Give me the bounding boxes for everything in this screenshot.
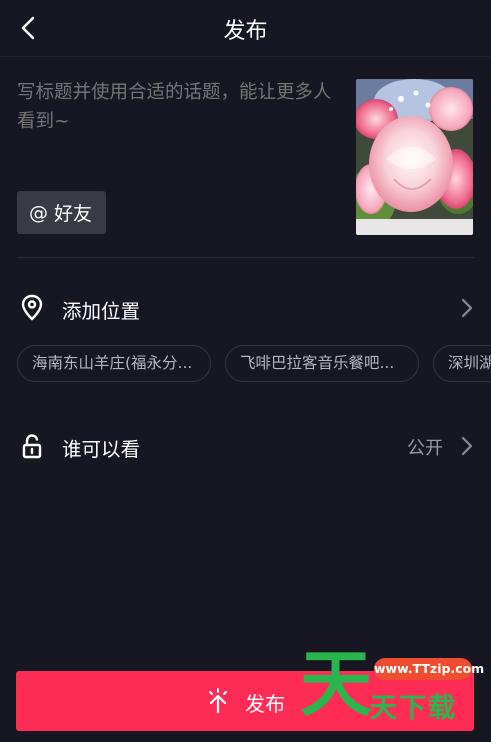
location-chip[interactable]: 深圳湖 [433, 345, 491, 382]
who-can-view-row[interactable]: 谁可以看 公开 [0, 418, 491, 474]
at-icon: @ [29, 201, 48, 224]
mention-friend-label: 好友 [54, 203, 93, 225]
cover-thumbnail[interactable] [356, 79, 473, 235]
flower-image [356, 79, 473, 235]
header-divider [0, 56, 491, 57]
chevron-right-icon [461, 298, 473, 318]
section-divider [17, 257, 474, 258]
location-suggestions: 海南东山羊庄(福永分... 飞啡巴拉客音乐餐吧... 深圳湖 [17, 345, 491, 382]
publish-label: 发布 [245, 692, 285, 716]
unlock-icon [22, 434, 42, 459]
chevron-right-icon [461, 436, 473, 456]
add-location-row[interactable]: 添加位置 [0, 280, 491, 336]
location-pin-icon [21, 294, 43, 321]
location-chip[interactable]: 海南东山羊庄(福永分... [17, 345, 211, 382]
page-title: 发布 [223, 19, 268, 44]
mention-friend-button[interactable]: @ 好友 [17, 191, 106, 234]
publish-arrow-icon [209, 688, 227, 714]
publish-page: 发布 写标题并使用合适的话题，能让更多人看到~ @ 好友 添加位置 海南东山羊庄… [0, 0, 491, 742]
publish-button[interactable]: 发布 [16, 671, 474, 731]
add-location-label: 添加位置 [62, 300, 141, 323]
caption-input[interactable] [17, 78, 339, 168]
who-can-view-label: 谁可以看 [62, 438, 141, 461]
location-chip[interactable]: 飞啡巴拉客音乐餐吧... [225, 345, 419, 382]
header: 发布 [0, 0, 491, 56]
visibility-value: 公开 [407, 438, 443, 459]
